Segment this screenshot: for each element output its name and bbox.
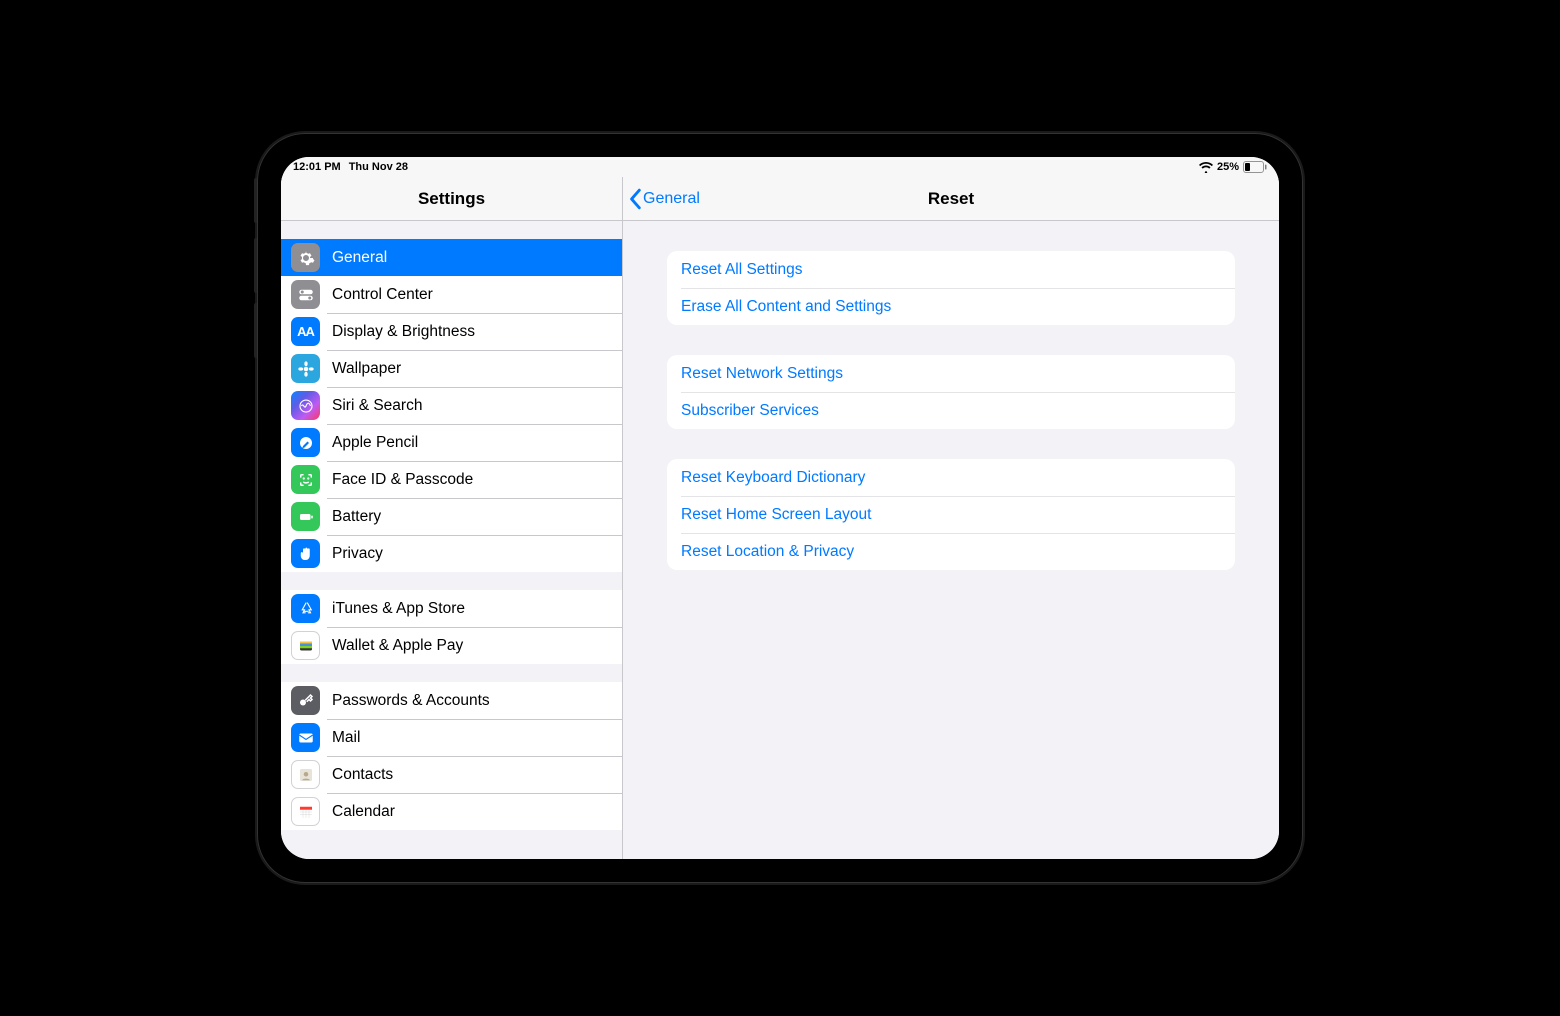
mail-icon xyxy=(291,723,320,752)
status-date: Thu Nov 28 xyxy=(349,161,408,173)
sidebar-item-wallet[interactable]: Wallet & Apple Pay xyxy=(281,627,622,664)
sidebar-item-contacts[interactable]: Contacts xyxy=(281,756,622,793)
sidebar-item-display[interactable]: AA Display & Brightness xyxy=(281,313,622,350)
wallet-icon xyxy=(291,631,320,660)
reset-option-label: Reset Network Settings xyxy=(681,365,843,383)
contacts-icon xyxy=(291,760,320,789)
sidebar-item-label: Wallpaper xyxy=(332,360,401,378)
sidebar-item-label: Passwords & Accounts xyxy=(332,692,490,710)
key-icon xyxy=(291,686,320,715)
reset-option-erase-all[interactable]: Erase All Content and Settings xyxy=(667,288,1235,325)
siri-icon xyxy=(291,391,320,420)
appstore-icon xyxy=(291,594,320,623)
sidebar-item-general[interactable]: General xyxy=(281,239,622,276)
sidebar-item-label: Privacy xyxy=(332,545,383,563)
sidebar-item-label: Mail xyxy=(332,729,360,747)
sidebar-item-label: Apple Pencil xyxy=(332,434,418,452)
sidebar-item-pencil[interactable]: Apple Pencil xyxy=(281,424,622,461)
sidebar-item-battery[interactable]: Battery xyxy=(281,498,622,535)
sidebar-item-label: Display & Brightness xyxy=(332,323,475,341)
sidebar-item-label: Calendar xyxy=(332,803,395,821)
back-button[interactable]: General xyxy=(623,188,700,210)
settings-sidebar: Settings General Control Center AA Display … xyxy=(281,177,623,859)
reset-option-label: Reset Keyboard Dictionary xyxy=(681,469,865,487)
detail-pane: General Reset Reset All Settings Erase Al… xyxy=(623,177,1279,859)
reset-option-label: Erase All Content and Settings xyxy=(681,298,891,316)
pencil-icon xyxy=(291,428,320,457)
sidebar-item-wallpaper[interactable]: Wallpaper xyxy=(281,350,622,387)
sidebar-item-calendar[interactable]: Calendar xyxy=(281,793,622,830)
sidebar-header: Settings xyxy=(281,177,622,221)
sidebar-item-label: Control Center xyxy=(332,286,433,304)
flower-icon xyxy=(291,354,320,383)
sidebar-item-itunes[interactable]: iTunes & App Store xyxy=(281,590,622,627)
reset-option-label: Reset All Settings xyxy=(681,261,802,279)
battery-percent: 25% xyxy=(1217,161,1239,173)
sidebar-item-label: General xyxy=(332,249,387,267)
sidebar-item-siri[interactable]: Siri & Search xyxy=(281,387,622,424)
reset-option-reset-keyboard[interactable]: Reset Keyboard Dictionary xyxy=(667,459,1235,496)
battery-icon xyxy=(1243,161,1267,173)
status-bar: 12:01 PM Thu Nov 28 25% xyxy=(281,157,1279,177)
detail-header: General Reset xyxy=(623,177,1279,221)
hand-icon xyxy=(291,539,320,568)
reset-option-reset-location[interactable]: Reset Location & Privacy xyxy=(667,533,1235,570)
aa-icon: AA xyxy=(291,317,320,346)
reset-option-subscriber[interactable]: Subscriber Services xyxy=(667,392,1235,429)
sidebar-item-label: Wallet & Apple Pay xyxy=(332,637,463,655)
sidebar-item-mail[interactable]: Mail xyxy=(281,719,622,756)
gear-icon xyxy=(291,243,320,272)
reset-option-reset-all[interactable]: Reset All Settings xyxy=(667,251,1235,288)
face-icon xyxy=(291,465,320,494)
reset-option-reset-home[interactable]: Reset Home Screen Layout xyxy=(667,496,1235,533)
detail-title: Reset xyxy=(623,189,1279,209)
battery-icon xyxy=(291,502,320,531)
reset-option-label: Reset Location & Privacy xyxy=(681,543,854,561)
sidebar-item-passwords[interactable]: Passwords & Accounts xyxy=(281,682,622,719)
wifi-icon xyxy=(1199,162,1213,173)
reset-option-label: Subscriber Services xyxy=(681,402,819,420)
sidebar-item-label: iTunes & App Store xyxy=(332,600,465,618)
sidebar-item-label: Contacts xyxy=(332,766,393,784)
reset-option-label: Reset Home Screen Layout xyxy=(681,506,871,524)
switches-icon xyxy=(291,280,320,309)
back-label: General xyxy=(643,190,700,208)
sidebar-item-label: Siri & Search xyxy=(332,397,422,415)
sidebar-item-control-center[interactable]: Control Center xyxy=(281,276,622,313)
reset-option-reset-network[interactable]: Reset Network Settings xyxy=(667,355,1235,392)
status-time: 12:01 PM xyxy=(293,161,341,173)
sidebar-title: Settings xyxy=(418,189,485,209)
sidebar-item-privacy[interactable]: Privacy xyxy=(281,535,622,572)
sidebar-item-label: Face ID & Passcode xyxy=(332,471,473,489)
sidebar-item-faceid[interactable]: Face ID & Passcode xyxy=(281,461,622,498)
sidebar-item-label: Battery xyxy=(332,508,381,526)
calendar-icon xyxy=(291,797,320,826)
